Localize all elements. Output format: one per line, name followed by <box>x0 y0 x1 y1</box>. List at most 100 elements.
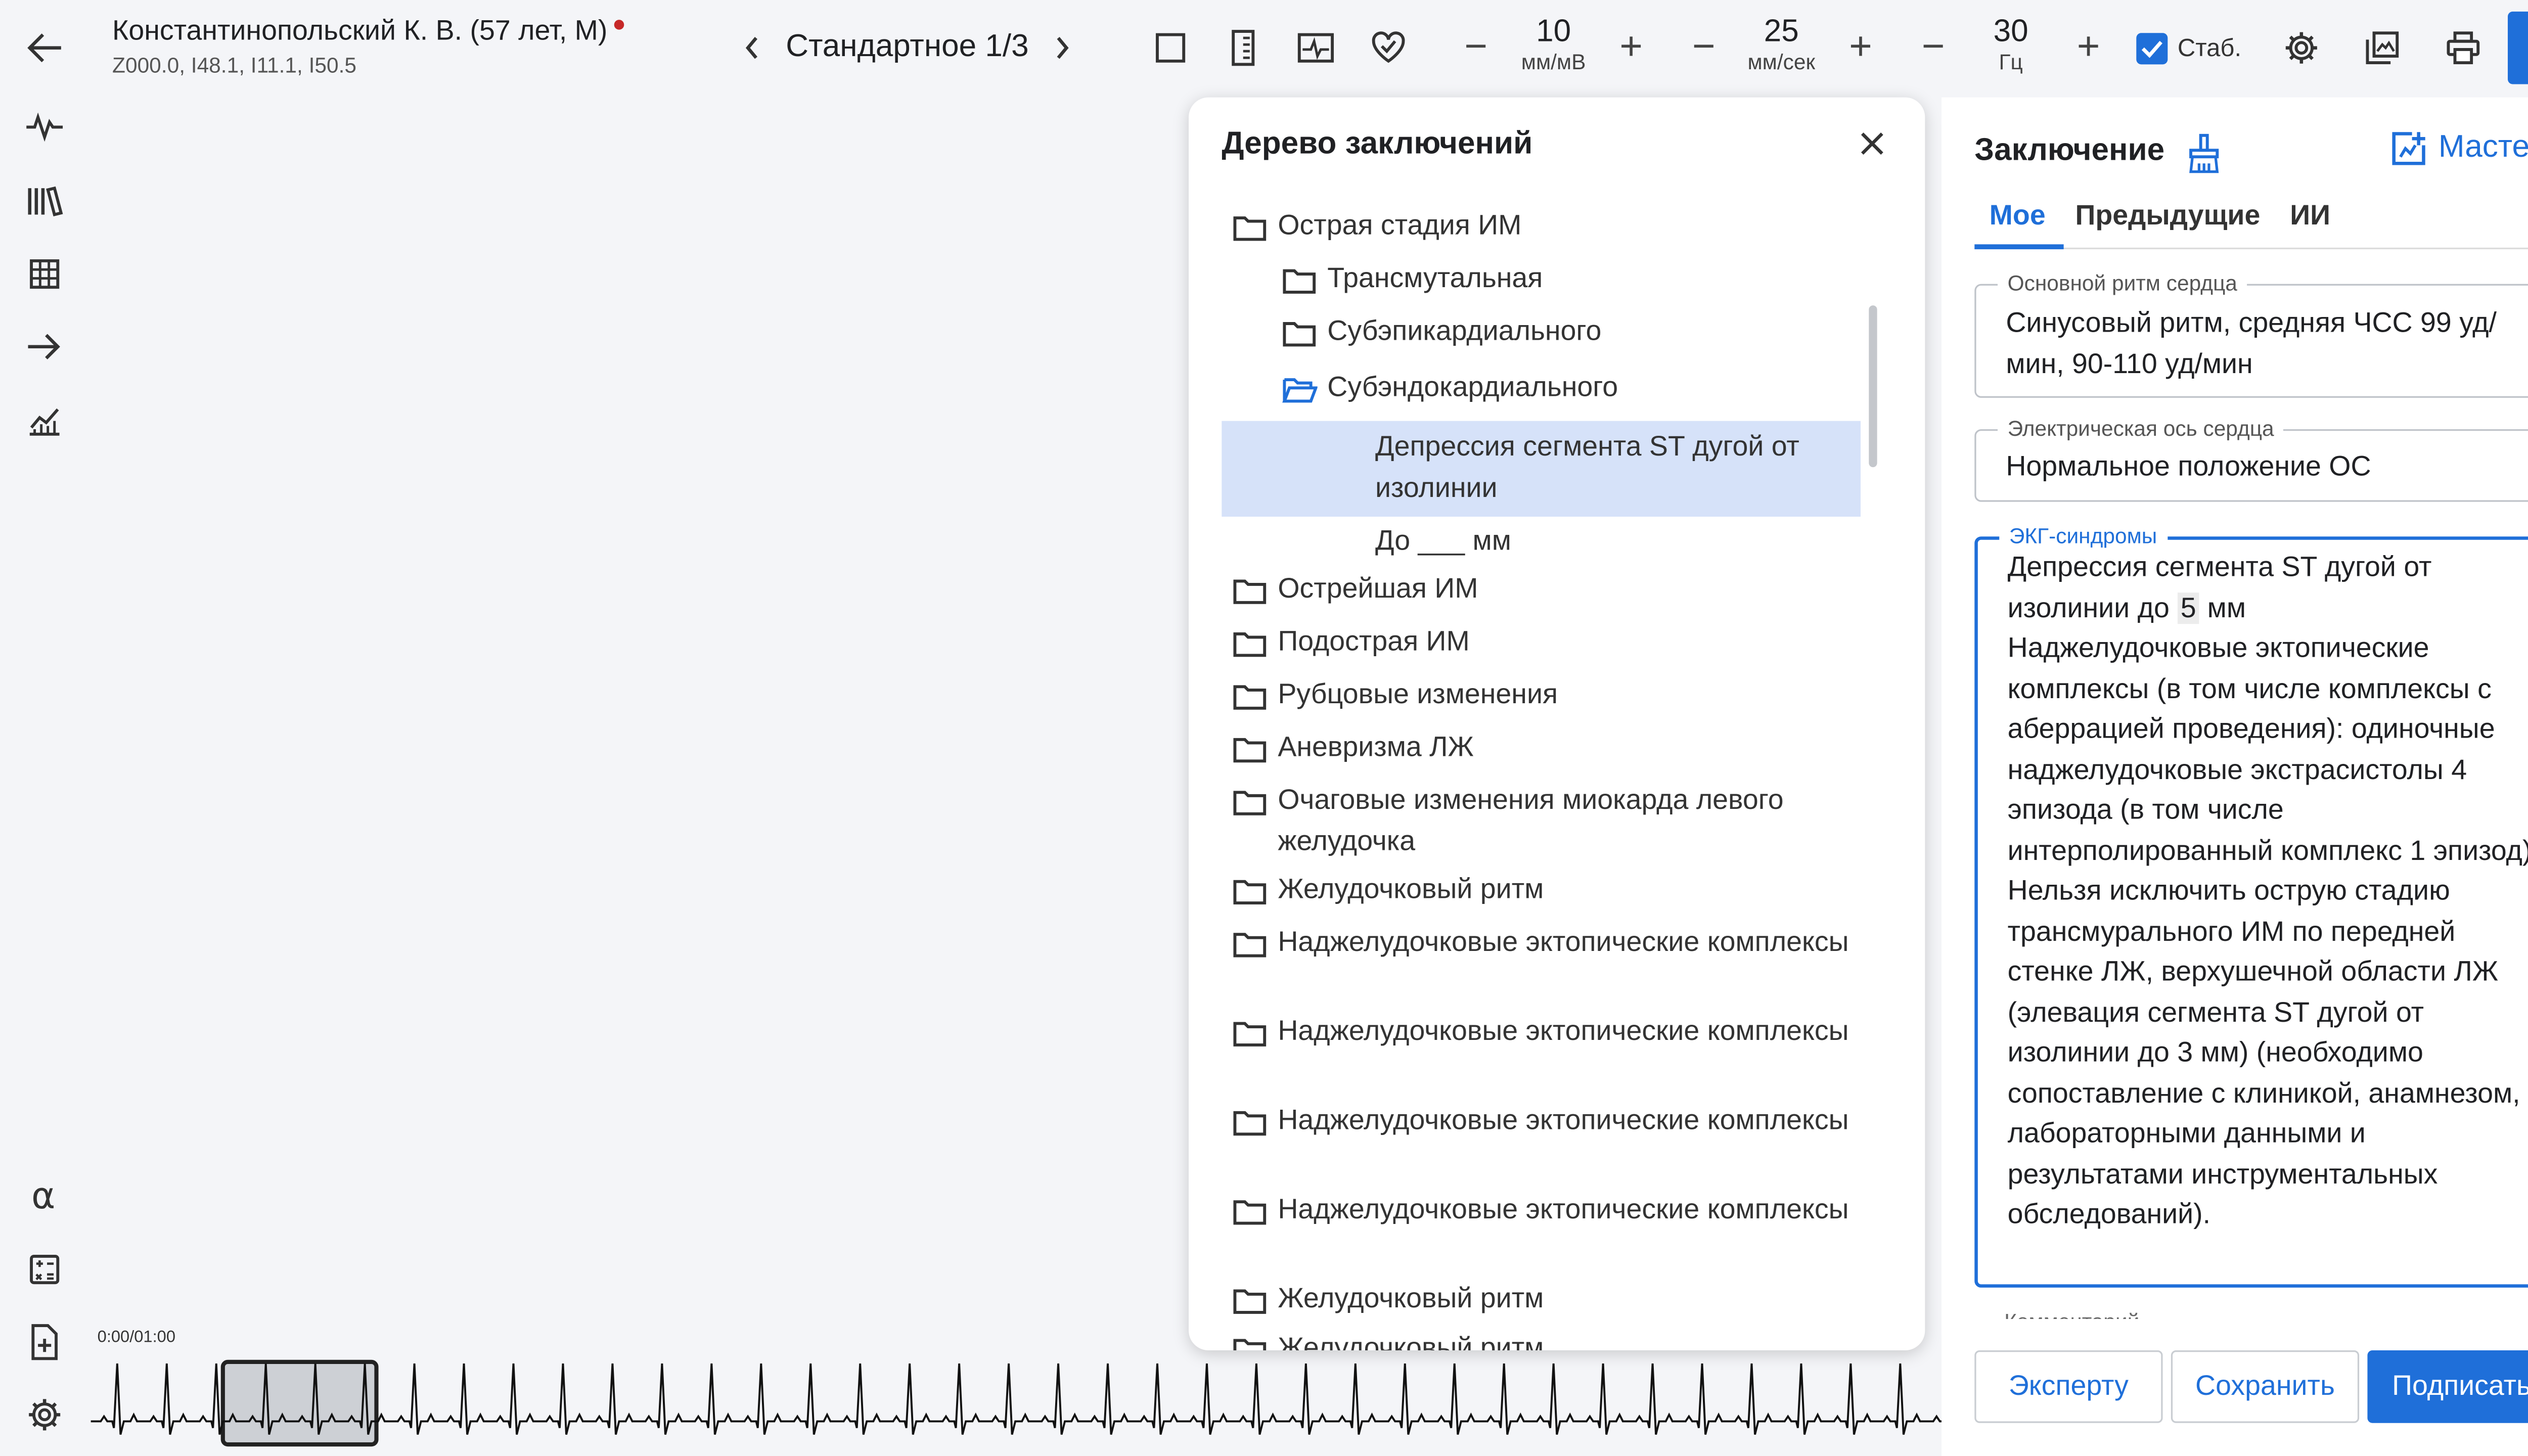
folder-icon <box>1233 579 1267 604</box>
axis-value: Нормальное положение ОС <box>2006 450 2371 482</box>
patient-info: Константинопольский К. В. (57 лет, М) Z0… <box>112 15 624 77</box>
tree-folder-ventricular-rhythm[interactable]: Желудочковый ритм <box>1232 870 1859 911</box>
calculator-icon[interactable] <box>20 1245 69 1294</box>
settings-gear-icon[interactable] <box>20 1390 69 1439</box>
conclusion-tabs: Мое Предыдущие ИИ <box>1974 200 2345 249</box>
analytics-chart-icon[interactable] <box>20 396 69 446</box>
folder-icon <box>1233 1200 1267 1225</box>
speed-increase-button[interactable]: + <box>1841 23 1880 73</box>
ruler-icon[interactable] <box>1218 23 1268 73</box>
grid-icon[interactable] <box>20 249 69 299</box>
tree-folder-subepicardial[interactable]: Субэпикардиального <box>1281 312 1859 352</box>
heart-check-icon[interactable] <box>1364 23 1413 73</box>
diagnosis-codes: Z000.0, I48.1, I11.1, I50.5 <box>112 53 357 78</box>
ecg-viewport-window[interactable] <box>220 1359 379 1447</box>
folder-icon <box>1233 791 1267 815</box>
tree-folder-ventricular-rhythm-3[interactable]: Желудочковый ритм <box>1232 1329 1859 1351</box>
speed-decrease-button[interactable]: − <box>1684 23 1724 73</box>
lead-mode-label: Стандартное 1/3 <box>786 29 1029 65</box>
folder-icon <box>1233 685 1267 710</box>
tab-previous[interactable]: Предыдущие <box>2060 200 2275 249</box>
tree-folder-supraventricular-2[interactable]: Наджелудочковые эктопические комплексы <box>1232 1012 1859 1053</box>
arrow-right-icon[interactable] <box>20 322 69 372</box>
filter-decrease-button[interactable]: − <box>1913 23 1953 73</box>
folder-open-icon <box>1282 378 1318 403</box>
back-arrow-icon[interactable] <box>20 23 69 73</box>
amplitude-control: 10 мм/мВ <box>1521 15 1586 74</box>
tree-folder-focal-changes[interactable]: Очаговые изменения миокарда левого желуд… <box>1232 781 1859 861</box>
tree-folder-supraventricular-1[interactable]: Наджелудочковые эктопические комплексы <box>1232 923 1859 963</box>
save-button[interactable]: Сохранить <box>2171 1350 2360 1423</box>
status-dot-icon <box>614 20 624 30</box>
stab-checkbox[interactable] <box>2136 33 2168 65</box>
folder-icon <box>1233 632 1267 657</box>
folder-icon <box>1233 1339 1267 1351</box>
next-lead-mode-chevron-icon[interactable] <box>1045 23 1078 73</box>
tree-folder-hyperacute-mi[interactable]: Острейшая ИМ <box>1232 570 1859 610</box>
tree-panel-title: Дерево заключений <box>1222 127 1533 162</box>
filter-increase-button[interactable]: + <box>2068 23 2108 73</box>
rhythm-value: Синусовый ритм, средняя ЧСС 99 уд/мин, 9… <box>2006 307 2497 379</box>
clear-brush-icon[interactable] <box>2184 132 2224 175</box>
comment-field-label: Комментарий <box>2004 1302 2139 1319</box>
edit-pencil-button[interactable] <box>2507 11 2528 84</box>
amplitude-decrease-button[interactable]: − <box>1456 23 1496 73</box>
tree-folder-acute-mi[interactable]: Острая стадия ИМ <box>1232 206 1859 247</box>
ecg-syndromes-field[interactable]: ЭКГ-синдромы Депрессия сегмента ST дугой… <box>1974 523 2528 1288</box>
folder-icon <box>1233 880 1267 905</box>
rhythm-field[interactable]: Основной ритм сердца Синусовый ритм, сре… <box>1974 270 2528 398</box>
svg-text:α: α <box>31 1180 55 1213</box>
select-frame-icon[interactable] <box>1146 23 1195 73</box>
tree-folder-supraventricular-3[interactable]: Наджелудочковые эктопические комплексы <box>1232 1101 1859 1142</box>
master-button[interactable]: Мастер <box>2390 130 2528 167</box>
tab-ai[interactable]: ИИ <box>2275 200 2345 249</box>
folder-icon <box>1233 738 1267 763</box>
tree-item-up-to-mm[interactable]: До ___ мм <box>1375 522 1854 562</box>
conclusion-tree-panel: Дерево заключений Острая стадия ИМ Транс… <box>1189 97 1925 1351</box>
ecg-syndromes-text: Депрессия сегмента ST дугой от изолинии … <box>2007 551 2528 1230</box>
folder-icon <box>1233 933 1267 958</box>
folder-icon <box>1283 322 1316 347</box>
ecg-wave-icon[interactable] <box>20 102 69 152</box>
tree-folder-scar-changes[interactable]: Рубцовые изменения <box>1232 675 1859 716</box>
sign-button[interactable]: Подписать <box>2367 1350 2528 1423</box>
mm-value-highlight[interactable]: 5 <box>2177 592 2200 623</box>
gear-icon[interactable] <box>2277 23 2326 73</box>
tree-folder-subendocardial[interactable]: Субэндокардиального <box>1281 368 1859 408</box>
folder-icon <box>1233 1022 1267 1046</box>
speed-control: 25 мм/сек <box>1747 15 1816 74</box>
master-wizard-icon <box>2392 132 2425 165</box>
tree-folder-transmural[interactable]: Трансмутальная <box>1281 259 1859 300</box>
folder-icon <box>1233 1289 1267 1314</box>
alpha-icon[interactable]: α <box>20 1172 69 1221</box>
ecg-overview-strip[interactable] <box>91 1354 1942 1449</box>
folder-icon <box>1233 216 1267 241</box>
image-gallery-icon[interactable] <box>2358 23 2407 73</box>
ecg-measure-icon[interactable] <box>1291 23 1340 73</box>
tree-folder-lv-aneurysm[interactable]: Аневризма ЛЖ <box>1232 728 1859 768</box>
prev-lead-mode-chevron-icon[interactable] <box>736 23 769 73</box>
close-icon[interactable] <box>1849 120 1895 166</box>
conclusion-title: Заключение <box>1974 133 2165 169</box>
lead-mode-switcher: Стандартное 1/3 <box>736 23 1078 73</box>
active-tab-indicator <box>1974 244 2064 250</box>
filter-control: 30 Гц <box>1993 15 2028 74</box>
patient-name: Константинопольский К. В. (57 лет, М) <box>112 15 624 48</box>
tree-folder-supraventricular-4[interactable]: Наджелудочковые эктопические комплексы <box>1232 1190 1859 1231</box>
stabilization-toggle[interactable]: Стаб. <box>2136 33 2241 65</box>
ecg-timecode: 0:00/01:00 <box>97 1329 175 1347</box>
library-icon[interactable] <box>20 176 69 226</box>
send-to-expert-button[interactable]: Эксперту <box>1974 1350 2163 1423</box>
tab-mine[interactable]: Мое <box>1974 200 2060 249</box>
top-toolbar: Константинопольский К. В. (57 лет, М) Z0… <box>0 0 2528 96</box>
amplitude-increase-button[interactable]: + <box>1611 23 1651 73</box>
folder-icon <box>1283 269 1316 294</box>
axis-field[interactable]: Электрическая ось сердца Нормальное поло… <box>1974 416 2528 502</box>
tree-scrollbar[interactable] <box>1869 305 1877 468</box>
tree-folder-subacute-mi[interactable]: Подострая ИМ <box>1232 622 1859 663</box>
tree-folder-ventricular-rhythm-2[interactable]: Желудочковый ритм <box>1232 1280 1859 1320</box>
tree-item-st-depression[interactable]: Депрессия сегмента ST дугой от изолинии <box>1222 421 1861 517</box>
print-icon[interactable] <box>2439 23 2488 73</box>
add-document-icon[interactable] <box>20 1317 69 1367</box>
conclusion-panel: Заключение Мастер Мое Предыдущие ИИ Осно… <box>1941 97 2528 1456</box>
